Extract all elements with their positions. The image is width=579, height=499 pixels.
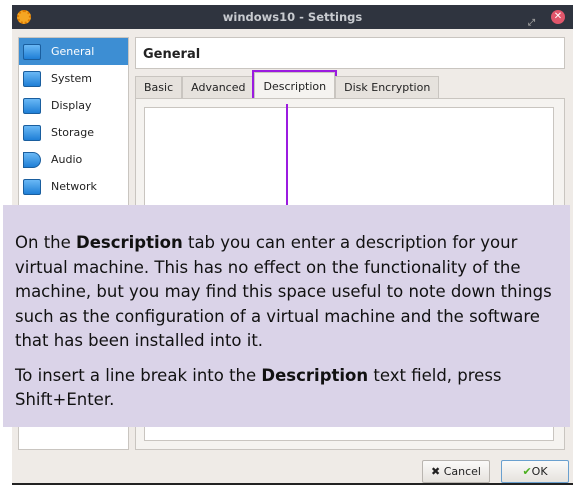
title-bar: windows10 - Settings ⤢ ✕ — [12, 5, 573, 29]
sidebar-item-display[interactable]: Display — [19, 92, 128, 119]
sidebar-item-storage[interactable]: Storage — [19, 119, 128, 146]
cancel-button[interactable]: ✖ Cancel — [422, 460, 490, 483]
sidebar-item-label: General — [51, 45, 95, 58]
callout-paragraph-1: On the Description tab you can enter a d… — [15, 233, 552, 350]
cancel-icon: ✖ — [431, 465, 444, 478]
page-title: General — [135, 37, 565, 69]
cancel-label: Cancel — [443, 465, 481, 478]
ok-label: OK — [531, 465, 548, 478]
check-icon: ✔ — [522, 465, 532, 478]
sidebar-item-general[interactable]: General — [19, 38, 128, 65]
tab-advanced[interactable]: Advanced — [182, 76, 255, 98]
restore-icon[interactable]: ⤢ — [528, 11, 535, 35]
tab-disk-encryption[interactable]: Disk Encryption — [335, 76, 440, 98]
callout-paragraph-2: To insert a line break into the Descript… — [15, 365, 502, 410]
chip-icon — [23, 70, 41, 87]
display-icon — [23, 97, 41, 114]
network-icon — [23, 178, 41, 195]
sidebar-item-label: Network — [51, 180, 97, 193]
sidebar-item-label: Storage — [51, 126, 95, 139]
sidebar-item-network[interactable]: Network — [19, 173, 128, 200]
sidebar-item-label: Display — [51, 99, 92, 112]
sidebar-item-system[interactable]: System — [19, 65, 128, 92]
tab-basic[interactable]: Basic — [135, 76, 183, 98]
help-callout: On the Description tab you can enter a d… — [3, 205, 570, 427]
ok-button[interactable]: ✔OK — [501, 460, 569, 483]
callout-pointer — [286, 104, 288, 206]
sidebar-item-audio[interactable]: Audio — [19, 146, 128, 173]
sidebar-item-label: Audio — [51, 153, 83, 166]
monitor-icon — [23, 43, 41, 60]
app-icon — [17, 10, 31, 24]
close-icon[interactable]: ✕ — [551, 10, 565, 24]
speaker-icon — [23, 151, 41, 168]
window-title: windows10 - Settings — [222, 10, 363, 24]
sidebar-item-label: System — [51, 72, 93, 85]
disk-icon — [23, 124, 41, 141]
